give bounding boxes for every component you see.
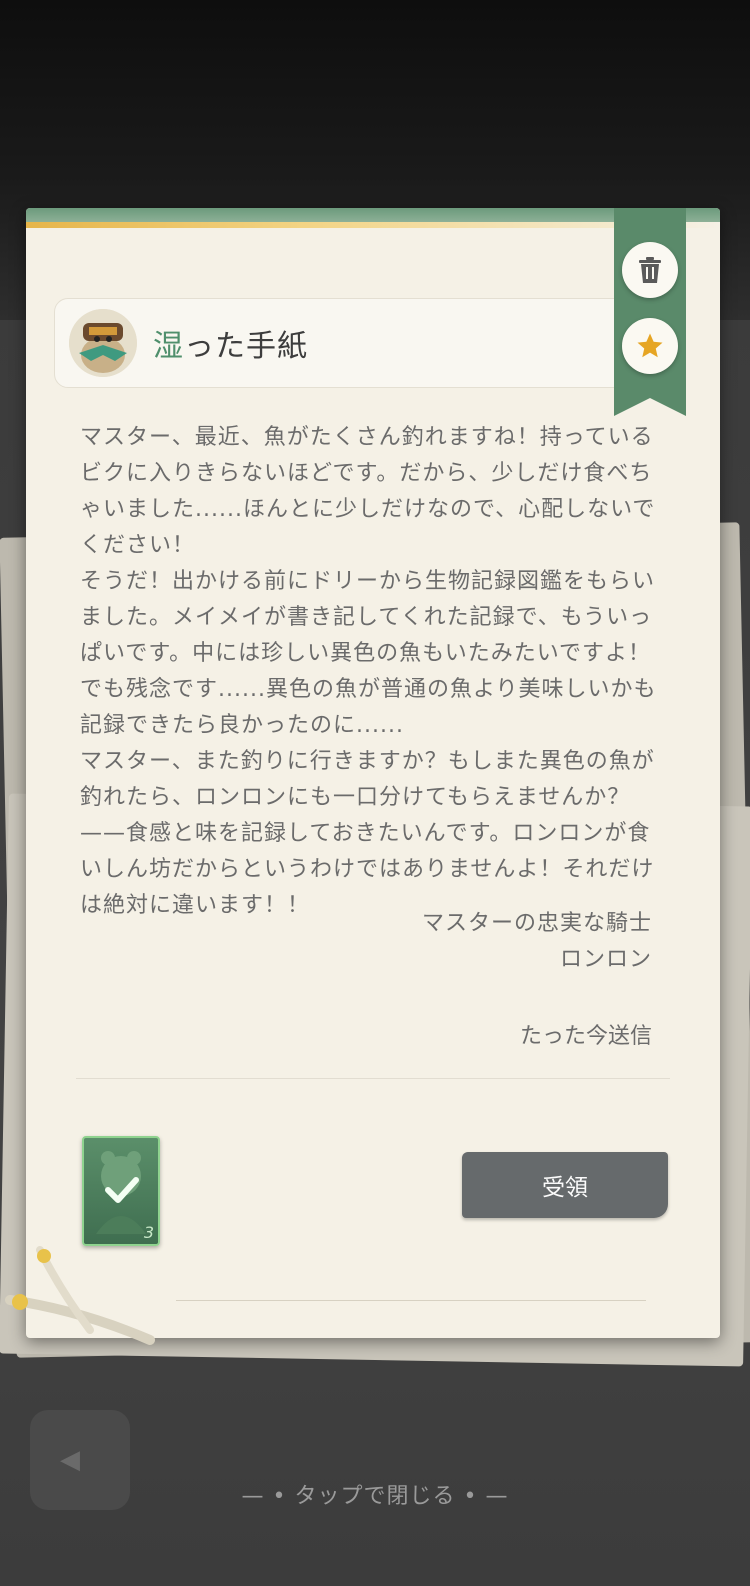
divider: [76, 1078, 670, 1079]
feather-decoration: [5, 1246, 155, 1345]
ribbon-tail: [614, 398, 686, 416]
letter-title-rest: った手紙: [184, 329, 308, 364]
sent-timestamp: たった今送信: [519, 1024, 652, 1049]
close-hint-dot: • —: [455, 1484, 509, 1509]
receive-button[interactable]: 受領: [462, 1152, 668, 1218]
letter-body: マスター、最近、魚がたくさん釣れますね！持っているビクに入りきらないほどです。だ…: [80, 420, 660, 924]
delete-button[interactable]: [622, 242, 678, 298]
letter-paragraph: そうだ！出かける前にドリーから生物記録図鑑をもらいました。メイメイが書き記してく…: [80, 569, 657, 738]
sender-avatar: [69, 309, 137, 377]
signature-name: ロンロン: [559, 947, 652, 972]
attachment-card[interactable]: 3: [82, 1136, 160, 1246]
signature-line: マスターの忠実な騎士: [421, 911, 652, 936]
favorite-button[interactable]: [622, 318, 678, 374]
star-icon: [637, 333, 663, 358]
letter-panel: 湿った手紙 マスター、最近、魚がたくさん釣れますね！持っているビクに入りきらない…: [26, 208, 720, 1338]
close-hint[interactable]: — • タップで閉じる • —: [0, 1478, 750, 1510]
letter-paragraph: マスター、最近、魚がたくさん釣れますね！持っているビクに入りきらないほどです。だ…: [80, 425, 656, 558]
letter-title: 湿った手紙: [153, 321, 308, 365]
letter-header: 湿った手紙: [54, 298, 656, 388]
signature: マスターの忠実な騎士 ロンロン: [422, 906, 652, 978]
letter-paragraph: マスター、また釣りに行きますか？もしまた異色の魚が釣れたら、ロンロンにも一口分け…: [80, 749, 655, 918]
decorative-ticks: [176, 1300, 646, 1313]
letter-title-accent: 湿: [153, 329, 184, 364]
close-hint-dot: — •: [241, 1484, 295, 1509]
trash-icon: [639, 257, 661, 283]
close-hint-label: タップで閉じる: [294, 1484, 456, 1509]
